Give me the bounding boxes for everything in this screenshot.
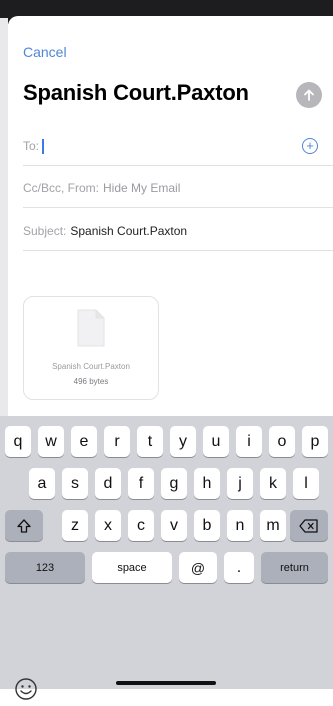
cancel-button[interactable]: Cancel [23,44,67,60]
key-m[interactable]: m [260,510,286,541]
space-key[interactable]: space [92,552,172,583]
home-indicator [116,681,216,685]
backspace-icon [299,518,318,533]
delete-key[interactable] [290,510,328,541]
key-x[interactable]: x [95,510,121,541]
to-label: To: [23,139,40,153]
key-j[interactable]: j [227,468,253,499]
keyboard: q w e r t y u i o p a s d f g h j k l z … [0,416,333,700]
shift-key[interactable] [5,510,43,541]
subject-value: Spanish Court.Paxton [70,224,188,238]
key-z[interactable]: z [62,510,88,541]
key-n[interactable]: n [227,510,253,541]
dot-key[interactable]: . [224,552,254,583]
key-a[interactable]: a [29,468,55,499]
emoji-button[interactable] [14,677,38,706]
send-button[interactable] [296,82,322,108]
key-f[interactable]: f [128,468,154,499]
attachment-name: Spanish Court.Paxton [52,362,130,371]
subject-label: Subject: [23,224,67,238]
document-icon [77,309,105,347]
key-b[interactable]: b [194,510,220,541]
key-d[interactable]: d [95,468,121,499]
key-k[interactable]: k [260,468,286,499]
cc-bcc-label: Cc/Bcc, From: [23,181,100,195]
key-w[interactable]: w [38,426,64,457]
key-v[interactable]: v [161,510,187,541]
key-r[interactable]: r [104,426,130,457]
key-e[interactable]: e [71,426,97,457]
key-l[interactable]: l [293,468,319,499]
key-g[interactable]: g [161,468,187,499]
plus-icon: + [306,138,314,153]
key-y[interactable]: y [170,426,196,457]
key-i[interactable]: i [236,426,262,457]
attachment-card[interactable]: Spanish Court.Paxton 496 bytes [23,296,159,400]
return-key[interactable]: return [261,552,328,583]
key-h[interactable]: h [194,468,220,499]
emoji-icon [15,678,37,700]
shift-icon [17,518,31,533]
at-key[interactable]: @ [179,552,217,583]
add-recipient-button[interactable]: + [302,138,318,154]
cc-bcc-from-field[interactable]: Cc/Bcc, From: Hide My Email [23,169,333,208]
key-c[interactable]: c [128,510,154,541]
arrow-up-icon [304,89,314,101]
attachment-size: 496 bytes [73,377,109,386]
numbers-key[interactable]: 123 [5,552,85,583]
to-field[interactable]: To: [23,127,333,166]
key-u[interactable]: u [203,426,229,457]
compose-title: Spanish Court.Paxton [23,80,249,105]
text-cursor [42,138,44,154]
subject-field[interactable]: Subject: Spanish Court.Paxton [23,212,333,251]
from-value: Hide My Email [103,181,181,195]
key-t[interactable]: t [137,426,163,457]
key-p[interactable]: p [302,426,328,457]
key-q[interactable]: q [5,426,31,457]
key-o[interactable]: o [269,426,295,457]
key-s[interactable]: s [62,468,88,499]
